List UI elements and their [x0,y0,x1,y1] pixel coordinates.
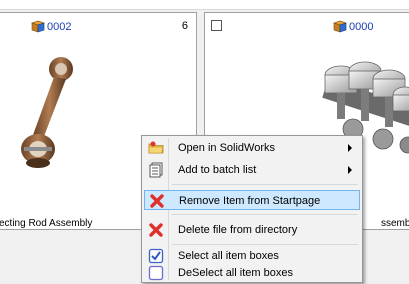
menu-item-delete-file-from-directory[interactable]: Delete file from directory [144,220,360,240]
card-name: ecting Rod Assembly [0,218,93,229]
menu-item-label: Add to batch list [178,164,257,176]
batch-list-icon [149,162,163,178]
red-x-icon [150,194,164,208]
menu-item-label: DeSelect all item boxes [178,267,293,279]
menu-item-label: Remove Item from Startpage [179,195,321,207]
red-x-icon [149,223,163,237]
submenu-arrow-icon [348,144,352,152]
menu-item-open-in-solidworks[interactable]: Open in SolidWorks [144,138,360,158]
folder-icon [148,141,164,154]
top-strip [0,0,409,10]
menu-item-label: Open in SolidWorks [178,142,276,154]
solidworks-assembly-icon [333,20,347,33]
item-checkbox[interactable] [211,20,222,31]
menu-separator [172,214,358,215]
card-id: 0002 [47,20,72,33]
card-name: ssembly [381,218,409,229]
solidworks-assembly-icon [31,20,45,33]
card-id-link[interactable]: 0002 [31,20,71,33]
checked-box-icon [148,248,164,264]
card-id: 0000 [349,20,374,33]
connecting-rod-thumbnail [21,57,73,168]
menu-separator [172,184,358,185]
card-count: 6 [181,20,188,32]
card-id-link[interactable]: 0000 [333,20,373,33]
menu-item-remove-item-from-startpage[interactable]: Remove Item from Startpage [144,190,360,210]
submenu-arrow-icon [348,166,352,174]
menu-separator [172,244,358,245]
unchecked-box-icon [148,265,164,281]
menu-item-add-to-batch-list[interactable]: Add to batch list [144,160,360,180]
menu-item-label: Delete file from directory [178,224,298,236]
context-menu: Open in SolidWorks Add to batch list Rem… [141,135,363,283]
menu-item-deselect-all-item-boxes[interactable]: DeSelect all item boxes [144,263,360,283]
menu-item-label: Select all item boxes [178,250,279,262]
